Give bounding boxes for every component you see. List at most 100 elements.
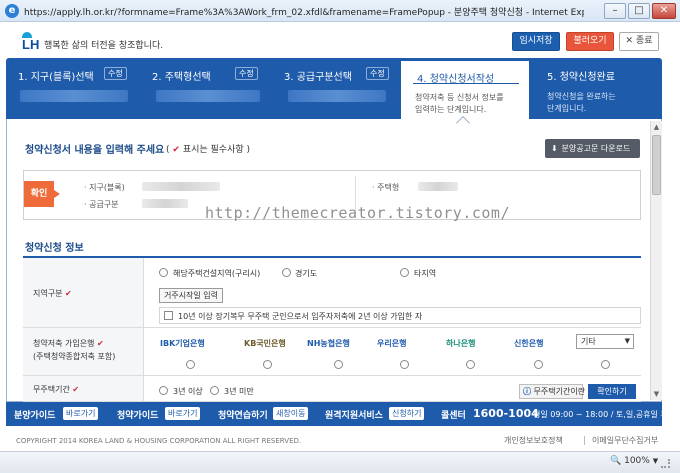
step-2-value-blurred — [156, 90, 260, 102]
info-icon: ⓘ — [523, 387, 531, 396]
bank-ibk-name: IBK기업은행 — [160, 339, 205, 348]
footer-link-divider — [584, 436, 585, 445]
required-text: 표시는 필수사항 ) — [182, 145, 251, 155]
bank-radio-ibk[interactable] — [186, 360, 195, 369]
section-title: 청약신청서 내용을 입력해 주세요 — [25, 145, 165, 156]
step-5-desc-line1: 청약신청을 완료하는 — [547, 92, 616, 101]
scroll-down-icon[interactable]: ▼ — [651, 388, 662, 400]
other-bank-select-value: 기타 — [581, 337, 596, 346]
bank-radio-other[interactable] — [601, 360, 610, 369]
bank-label: 청약저축 가입은행 ✔ — [33, 338, 104, 349]
temp-save-button[interactable]: 임시저장 — [512, 32, 560, 51]
bank-hana-name: 하나은행 — [446, 339, 476, 348]
footer-sale-guide-button[interactable]: 바로가기 — [63, 407, 99, 420]
bank-ibk[interactable]: IBK기업은행 — [160, 338, 205, 349]
scroll-thumb[interactable] — [652, 135, 661, 195]
callcenter-number: 1600-1004 — [473, 407, 539, 420]
footer-apply-guide-label: 청약가이드 — [117, 411, 159, 421]
ie-icon: e — [5, 4, 19, 18]
step-3-value-blurred — [288, 90, 386, 102]
bank-label-cell: 청약저축 가입은행 ✔ (주택청약종합저축 포함) — [23, 328, 143, 376]
homeless-option-under3: 3년 미만 — [224, 387, 254, 396]
step-2-edit-badge[interactable]: 수정 — [235, 67, 258, 80]
step-2[interactable]: 2. 주택형선택 수정 — [152, 58, 272, 119]
region-radio-gyeonggi[interactable] — [282, 268, 291, 277]
homeless-check-button[interactable]: 확인하기 — [588, 384, 636, 399]
homeless-label: 무주택기간 ✔ — [33, 384, 79, 395]
house-type-label-text: 주택형 — [377, 183, 400, 192]
confirm-tag: 확인 — [24, 181, 60, 207]
residence-start-date-button[interactable]: 거주시작일 입력 — [159, 288, 223, 303]
homeless-label-text: 무주택기간 — [33, 385, 70, 394]
footer-remote-support-label: 원격지원서비스 — [325, 411, 383, 421]
vertical-scrollbar[interactable]: ▲ ▼ — [650, 121, 662, 400]
other-bank-select[interactable]: 기타 ▼ — [576, 334, 634, 349]
step-3-edit-badge[interactable]: 수정 — [366, 67, 389, 80]
maximize-button[interactable]: □ — [628, 3, 650, 19]
bank-label-line1: 청약저축 가입은행 — [33, 339, 95, 348]
homeless-radio-under3[interactable] — [210, 386, 219, 395]
bank-radio-nh[interactable] — [334, 360, 343, 369]
bank-value-cell — [143, 328, 641, 376]
footer-apply-guide-button[interactable]: 바로가기 — [165, 407, 201, 420]
bank-kb-name: KB국민은행 — [244, 339, 286, 348]
bank-nh[interactable]: NH농협은행 — [307, 338, 350, 349]
homeless-info-button[interactable]: ⓘ 무주택기간이란 — [519, 384, 585, 399]
bank-label-line2: (주택청약종합저축 포함) — [33, 352, 116, 361]
step-1[interactable]: 1. 지구(블록)선택 수정 — [18, 58, 138, 119]
bank-woori-name: 우리은행 — [377, 339, 407, 348]
window-close-button[interactable]: ✕ — [652, 3, 676, 19]
bank-radio-woori[interactable] — [400, 360, 409, 369]
bank-radio-hana[interactable] — [466, 360, 475, 369]
exit-button[interactable]: ✕ 종료 — [619, 32, 659, 51]
load-button[interactable]: 불러오기 — [566, 32, 614, 51]
step-5-label: 5. 청약신청완료 — [547, 72, 615, 83]
step-3-label: 3. 공급구분선택 — [284, 72, 352, 83]
bank-shinhan-name: 신한은행 — [514, 339, 544, 348]
footer-practice-button[interactable]: 새창이동 — [273, 407, 309, 420]
email-policy-link[interactable]: 이메일무단수집거부 — [592, 435, 658, 446]
long-term-soldier-label: 10년 이상 장기복무 무주택 군인으로서 입주자저축에 2년 이상 가입한 자 — [178, 312, 423, 321]
statusbar — [0, 451, 680, 473]
district-label: · 지구(블록) — [84, 183, 125, 192]
slogan: 행복한 삶의 터전을 창조합니다. — [44, 41, 164, 51]
region-radio-other[interactable] — [400, 268, 409, 277]
step-4-underline — [413, 83, 519, 84]
required-open: ( — [166, 145, 170, 155]
zoom-control[interactable]: 🔍 100% ▼ — [610, 456, 658, 466]
long-term-soldier-checkbox[interactable] — [164, 311, 173, 320]
bank-radio-kb[interactable] — [263, 360, 272, 369]
zoom-level: 100% — [624, 456, 650, 466]
step-3[interactable]: 3. 공급구분선택 수정 — [284, 58, 404, 119]
scroll-up-icon[interactable]: ▲ — [651, 121, 662, 133]
supply-value-blurred — [142, 199, 188, 208]
step-1-value-blurred — [20, 90, 128, 102]
region-radio-local[interactable] — [159, 268, 168, 277]
callcenter-hours: 평일 09:00 ~ 18:00 / 토,일,공휴일 휴무 — [533, 410, 676, 419]
bank-kb[interactable]: KB국민은행 — [244, 338, 286, 349]
resize-grip-icon[interactable] — [661, 459, 670, 468]
homeless-option-3plus: 3년 이상 — [173, 387, 203, 396]
step-4-desc: 청약저축 등 신청서 정보를 입력하는 단계입니다. — [415, 92, 504, 116]
chevron-down-icon: ▼ — [624, 337, 630, 345]
homeless-radio-3plus[interactable] — [159, 386, 168, 395]
bank-hana[interactable]: 하나은행 — [446, 338, 475, 349]
house-type-value-blurred — [418, 182, 458, 191]
step-4-active[interactable]: 4. 청약신청서작성 청약저축 등 신청서 정보를 입력하는 단계입니다. — [401, 58, 529, 119]
privacy-policy-link[interactable]: 개인정보보호정책 — [504, 435, 563, 446]
bank-shinhan[interactable]: 신한은행 — [514, 338, 543, 349]
region-label-text: 지역구분 — [33, 289, 63, 298]
download-notice-button[interactable]: ⬇ 분양공고문 다운로드 — [545, 139, 640, 158]
bank-woori[interactable]: 우리은행 — [377, 338, 406, 349]
region-label: 지역구분 ✔ — [33, 288, 72, 299]
region-required-icon: ✔ — [65, 289, 72, 298]
bank-radio-shinhan[interactable] — [534, 360, 543, 369]
required-note: ( ✔ 표시는 필수사항 ) — [166, 142, 250, 155]
footer-practice-label: 청약연습하기 — [218, 411, 268, 421]
step-5[interactable]: 5. 청약신청완료 청약신청을 완료하는 단계입니다. — [547, 58, 657, 119]
footer-remote-support-button[interactable]: 신청하기 — [389, 407, 425, 420]
step-1-edit-badge[interactable]: 수정 — [104, 67, 127, 80]
minimize-button[interactable]: – — [604, 3, 626, 19]
step-5-desc: 청약신청을 완료하는 단계입니다. — [547, 91, 616, 115]
district-label-text: 지구(블록) — [89, 183, 125, 192]
